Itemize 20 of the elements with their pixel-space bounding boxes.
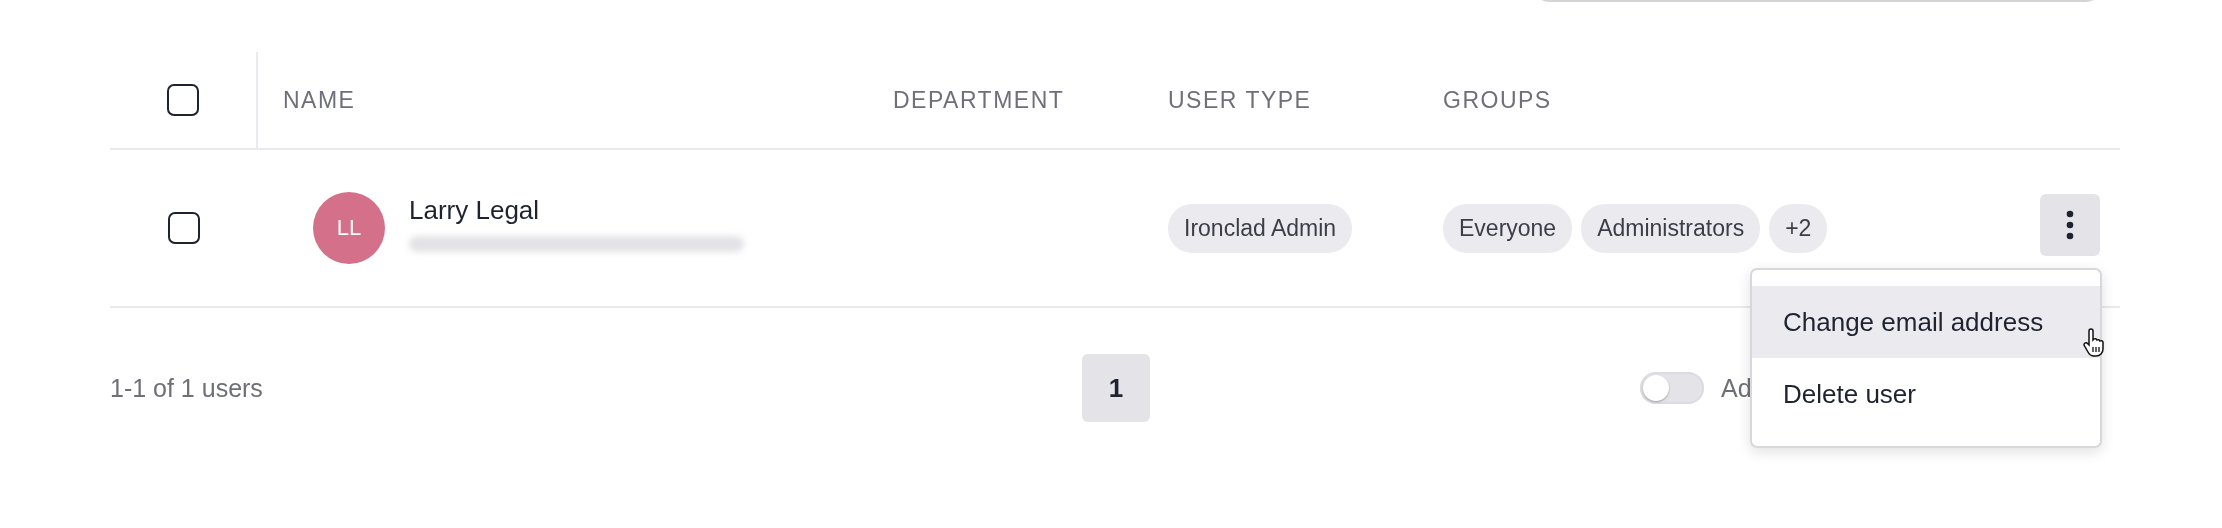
page-button[interactable]: 1 xyxy=(1082,354,1150,422)
user-name: Larry Legal xyxy=(409,194,541,226)
checkbox[interactable] xyxy=(168,212,200,244)
checkbox[interactable] xyxy=(167,84,199,116)
more-icon xyxy=(2066,210,2074,240)
column-header[interactable]: DEPARTMENT xyxy=(893,86,1065,113)
column-header[interactable]: GROUPS xyxy=(1443,86,1552,113)
menu-item[interactable]: Delete user xyxy=(1752,358,2100,430)
group-tag: Administrators xyxy=(1581,203,1761,253)
result-count: 1-1 of 1 users xyxy=(110,373,264,403)
group-tag: Everyone xyxy=(1443,203,1573,253)
toggle-label: Ad xyxy=(1721,373,1752,403)
column-header[interactable]: NAME xyxy=(283,86,356,113)
column-header[interactable]: USER TYPE xyxy=(1168,86,1312,113)
user-type-tag: Ironclad Admin xyxy=(1168,203,1353,253)
toggle-switch[interactable] xyxy=(1640,372,1704,404)
avatar: LL xyxy=(313,192,385,264)
more-button[interactable] xyxy=(2040,194,2100,256)
group-tag: +2 xyxy=(1769,203,1828,253)
menu-item[interactable]: Change email address xyxy=(1752,286,2100,358)
